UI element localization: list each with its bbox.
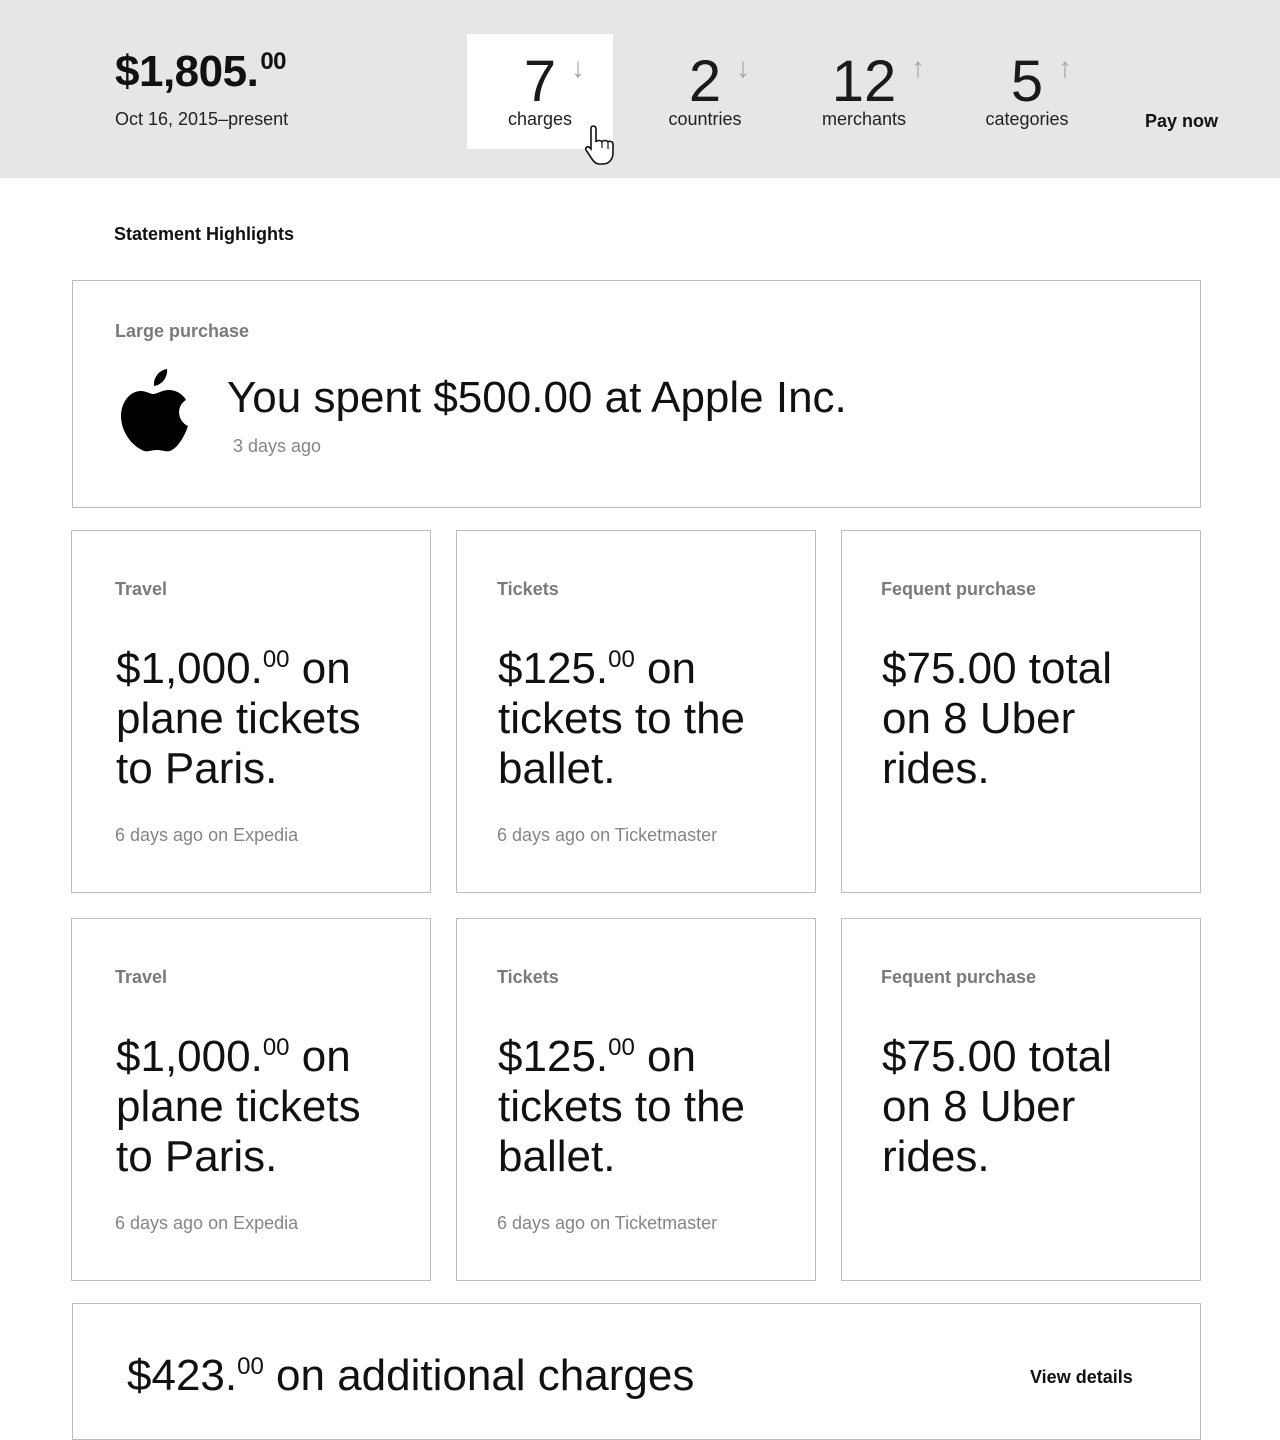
highlight-card-tickets[interactable]: Tickets $125.00 on tickets to the ballet. … xyxy=(456,530,816,893)
card-headline: $75.00 total on 8 Uber rides. xyxy=(882,635,1112,794)
stat-label: merchants xyxy=(821,109,907,129)
card-headline: $125.00 on tickets to the ballet. xyxy=(498,635,745,794)
card-headline-line: to Paris. xyxy=(116,744,278,793)
highlight-card-frequent[interactable]: Fequent purchase $75.00 total on 8 Uber ri… xyxy=(841,918,1201,1281)
total-dollars: $1,805. xyxy=(115,47,259,96)
stat-value: 5 xyxy=(1010,49,1044,114)
card-cents: 00 xyxy=(262,1034,290,1061)
card-category: Travel xyxy=(115,579,168,599)
card-category: Large purchase xyxy=(115,321,250,341)
stat-countries[interactable]: 2 ↓ countries xyxy=(632,34,778,149)
stat-label: categories xyxy=(985,109,1069,129)
card-headline: $1,000.00 on plane tickets to Paris. xyxy=(116,635,361,794)
highlight-card-travel[interactable]: Travel $1,000.00 on plane tickets to Paris… xyxy=(71,918,431,1281)
stat-value: 2 xyxy=(688,49,722,114)
card-category: Travel xyxy=(115,967,168,987)
card-headline-line: tickets to the xyxy=(498,1082,746,1131)
card-category: Fequent purchase xyxy=(881,967,1037,987)
section-title: Statement Highlights xyxy=(114,224,295,244)
card-cents: 00 xyxy=(262,646,290,673)
card-headline-line: tickets to the xyxy=(498,694,746,743)
card-headline-rest: on xyxy=(634,1032,696,1081)
card-headline-line: ballet. xyxy=(498,744,616,793)
card-meta: 6 days ago on Ticketmaster xyxy=(497,825,718,845)
view-details-link[interactable]: View details xyxy=(1030,1367,1133,1388)
card-amount: $125. xyxy=(498,1032,609,1081)
card-amount: $1,000. xyxy=(116,644,263,693)
card-headline-line: on 8 Uber xyxy=(882,1082,1076,1131)
stat-merchants[interactable]: 12 ↑ merchants xyxy=(791,34,937,149)
stat-categories[interactable]: 5 ↑ categories xyxy=(954,34,1100,149)
highlight-card-travel[interactable]: Travel $1,000.00 on plane tickets to Paris… xyxy=(71,530,431,893)
statement-total: $1,805.00 xyxy=(115,47,287,96)
statement-period: Oct 16, 2015–present xyxy=(115,109,289,129)
total-cents: 00 xyxy=(260,48,287,75)
card-headline-line: on 8 Uber xyxy=(882,694,1076,743)
card-amount: $1,000. xyxy=(116,1032,263,1081)
card-meta: 6 days ago on Ticketmaster xyxy=(497,1213,718,1233)
card-amount: $75.00 total xyxy=(882,1032,1112,1081)
pay-now-button[interactable]: Pay now xyxy=(1145,111,1218,132)
card-headline-rest: on xyxy=(634,644,696,693)
arrow-up-icon: ↑ xyxy=(911,52,925,83)
additional-cents: 00 xyxy=(237,1353,264,1380)
highlight-card-frequent[interactable]: Fequent purchase $75.00 total on 8 Uber ri… xyxy=(841,530,1201,893)
large-purchase-card[interactable]: Large purchase You spent $500.00 at Appl… xyxy=(72,280,1201,508)
card-cents: 00 xyxy=(608,646,635,673)
arrow-down-icon: ↓ xyxy=(571,52,585,83)
card-headline-line: plane tickets xyxy=(116,1082,361,1131)
card-headline-rest: on xyxy=(289,644,351,693)
large-purchase-time: 3 days ago xyxy=(233,436,322,456)
card-headline-line: rides. xyxy=(882,744,990,793)
highlight-card-tickets[interactable]: Tickets $125.00 on tickets to the ballet. … xyxy=(456,918,816,1281)
card-meta: 6 days ago on Expedia xyxy=(115,825,299,845)
card-category: Fequent purchase xyxy=(881,579,1037,599)
card-headline-line: plane tickets xyxy=(116,694,361,743)
card-meta: 6 days ago on Expedia xyxy=(115,1213,299,1233)
arrow-down-icon: ↓ xyxy=(736,52,750,83)
card-headline: $125.00 on tickets to the ballet. xyxy=(498,1023,745,1182)
stat-value: 7 xyxy=(523,49,557,114)
card-headline: $1,000.00 on plane tickets to Paris. xyxy=(116,1023,361,1182)
card-category: Tickets xyxy=(497,967,559,987)
apple-logo-icon xyxy=(121,369,188,452)
additional-rest: on additional charges xyxy=(263,1351,695,1400)
card-amount: $75.00 total xyxy=(882,644,1112,693)
card-cents: 00 xyxy=(608,1034,635,1061)
large-purchase-text: You spent $500.00 at Apple Inc. xyxy=(227,373,847,422)
card-headline-line: to Paris. xyxy=(116,1132,278,1181)
additional-charges-card: $423.00 on additional charges View detai… xyxy=(72,1303,1201,1440)
card-headline: $75.00 total on 8 Uber rides. xyxy=(882,1023,1112,1182)
hand-cursor-icon xyxy=(584,125,614,165)
arrow-up-icon: ↑ xyxy=(1058,52,1072,83)
stat-label: countries xyxy=(668,109,742,129)
card-headline-line: ballet. xyxy=(498,1132,616,1181)
additional-amount: $423. xyxy=(127,1351,238,1400)
summary-header: $1,805.00 Oct 16, 2015–present 7 ↓ charg… xyxy=(0,0,1280,178)
card-amount: $125. xyxy=(498,644,609,693)
card-headline-line: rides. xyxy=(882,1132,990,1181)
additional-charges-text: $423.00 on additional charges xyxy=(127,1342,694,1401)
card-headline-rest: on xyxy=(289,1032,351,1081)
card-category: Tickets xyxy=(497,579,559,599)
